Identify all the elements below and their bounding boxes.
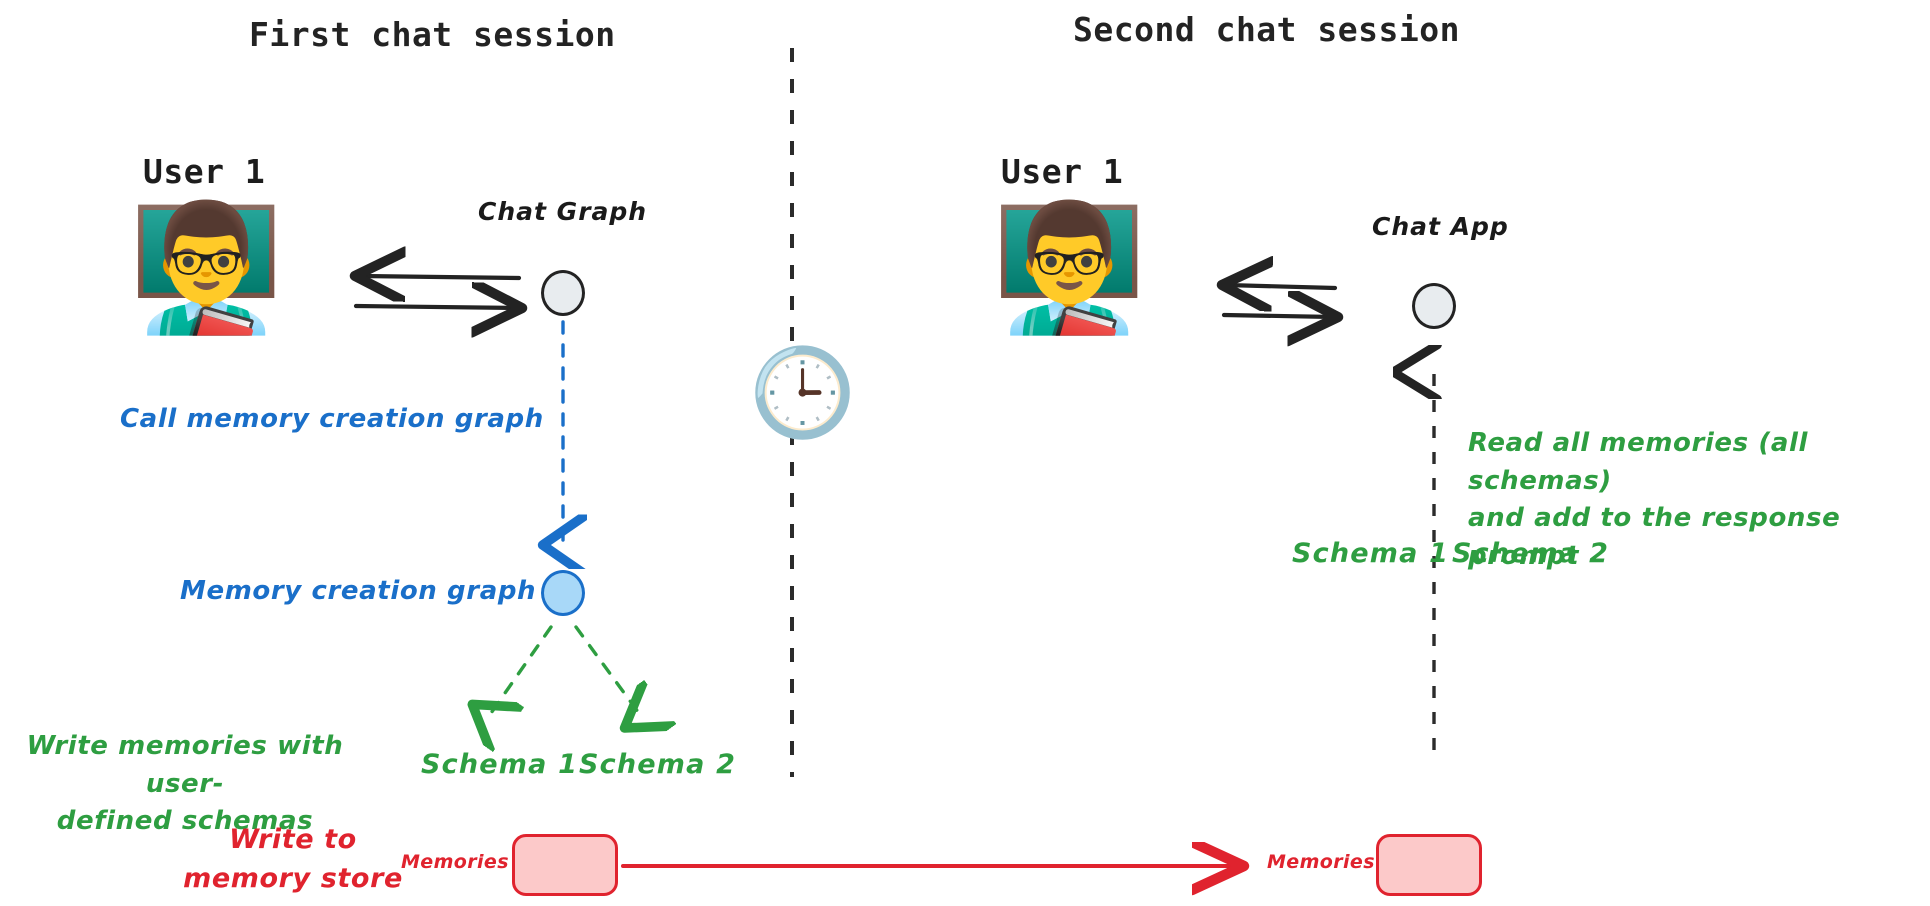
left-schema-2-label: Schema 2: [579, 749, 737, 780]
left-schema-1-label: Schema 1: [421, 749, 579, 780]
memory-store-box-right[interactable]: [1376, 834, 1482, 896]
memory-creation-graph-label: Memory creation graph: [180, 576, 537, 606]
right-session-title: Second chat session: [1073, 10, 1460, 49]
memory-store-box-left[interactable]: [512, 834, 618, 896]
memory-graph-node-circle-icon[interactable]: [541, 570, 585, 616]
right-exchange-arrows-lines: [1224, 285, 1335, 317]
chat-app-node-circle-icon[interactable]: [1412, 283, 1456, 329]
right-user-title: User 1: [1001, 152, 1124, 191]
memories-label-left: Memories: [401, 851, 509, 873]
graph-node-circle-icon[interactable]: [541, 270, 585, 316]
left-exchange-arrows-lines: [356, 276, 519, 308]
chat-graph-label: Chat Graph: [478, 197, 648, 226]
call-memory-creation-graph-label: Call memory creation graph: [120, 404, 544, 434]
green-dashed-branch-arrow-lines: [489, 625, 641, 716]
woman-teacher-emoji: 👨‍🏫: [129, 196, 284, 340]
write-to-memory-store-note: Write to memory store: [183, 824, 403, 895]
memories-label-right: Memories: [1267, 851, 1375, 873]
right-schema-1-label: Schema 1: [1292, 538, 1450, 569]
left-session-title: First chat session: [249, 15, 616, 54]
right-schema-2-label: Schema 2: [1452, 538, 1610, 569]
clock-emoji: 🕒: [749, 343, 857, 443]
left-user-title: User 1: [143, 152, 266, 191]
diagram-canvas: First chat session User 1 👨‍🏫 Chat Graph…: [0, 0, 1930, 906]
chat-app-label: Chat App: [1372, 212, 1509, 241]
woman-teacher-emoji-right: 👨‍🏫: [992, 196, 1147, 340]
